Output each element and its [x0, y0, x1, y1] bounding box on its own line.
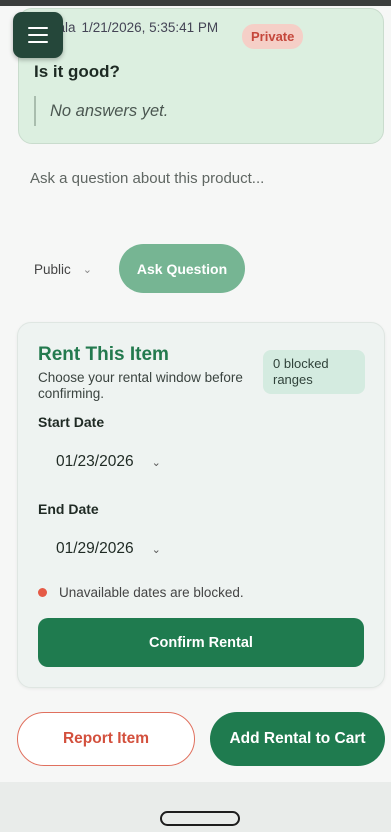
start-date-select[interactable]: 01/23/2026 ⌄ [56, 450, 161, 474]
private-badge: Private [242, 24, 304, 49]
chevron-down-icon: ⌄ [151, 456, 161, 469]
status-dot-icon [38, 588, 47, 597]
question-input[interactable] [18, 160, 373, 196]
visibility-value: Public [34, 261, 71, 277]
availability-note-text: Unavailable dates are blocked. [59, 585, 244, 600]
rental-subtitle: Choose your rental window before confirm… [38, 370, 243, 401]
question-date: 1/21/2026, 5:35:41 PM [81, 20, 219, 35]
end-date-select[interactable]: 01/29/2026 ⌄ [56, 537, 161, 561]
question-text: Is it good? [34, 62, 120, 81]
hamburger-menu-icon [28, 27, 48, 43]
availability-note: Unavailable dates are blocked. [38, 585, 244, 600]
chevron-down-icon: ⌄ [82, 263, 92, 276]
question-meta: nala1/21/2026, 5:35:41 PM [50, 20, 218, 35]
end-date-value: 01/29/2026 [56, 540, 134, 557]
confirm-rental-button[interactable]: Confirm Rental [38, 618, 364, 667]
status-bar [0, 0, 391, 6]
report-item-button[interactable]: Report Item [17, 712, 195, 766]
rental-title: Rent This Item [38, 344, 169, 365]
menu-button[interactable] [13, 12, 63, 58]
chevron-down-icon: ⌄ [151, 543, 161, 556]
no-answers-text: No answers yet. [34, 96, 168, 126]
end-date-label: End Date [38, 501, 99, 517]
ask-question-button[interactable]: Ask Question [119, 244, 245, 293]
visibility-select[interactable]: Public ⌄ [34, 258, 92, 280]
blocked-ranges-badge: 0 blocked ranges [263, 350, 365, 394]
start-date-label: Start Date [38, 414, 105, 430]
home-indicator[interactable] [160, 811, 240, 826]
start-date-value: 01/23/2026 [56, 453, 134, 470]
add-rental-to-cart-button[interactable]: Add Rental to Cart [210, 712, 385, 766]
